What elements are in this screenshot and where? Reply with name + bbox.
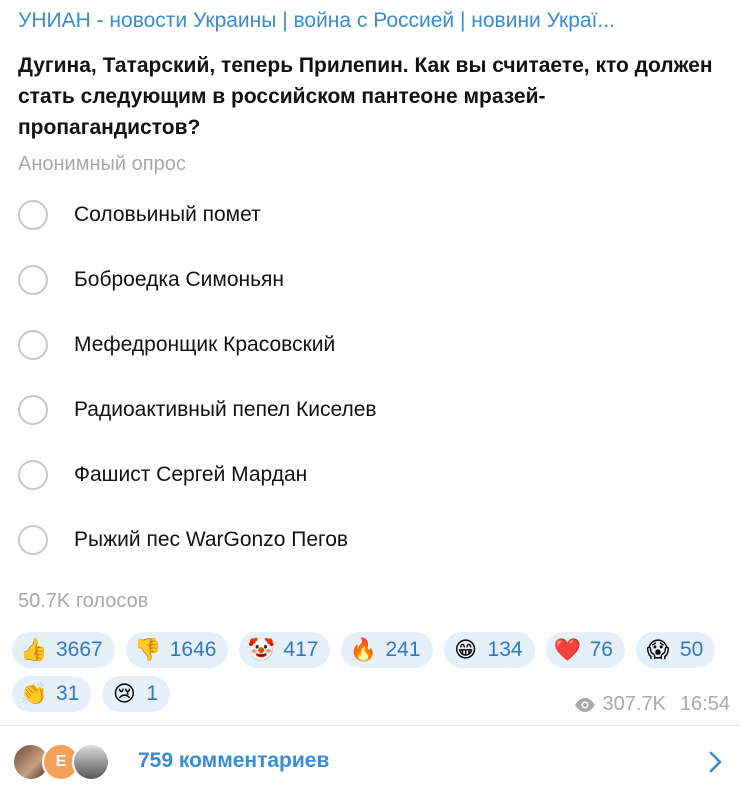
avatar bbox=[72, 743, 110, 781]
divider bbox=[0, 725, 740, 726]
chevron-right-icon bbox=[709, 751, 722, 773]
scream-icon: 😱 bbox=[646, 637, 670, 662]
radio-button[interactable] bbox=[18, 329, 48, 360]
votes-count: 50.7K голосов bbox=[18, 590, 149, 612]
radio-button[interactable] bbox=[18, 459, 48, 490]
reaction-count: 417 bbox=[283, 638, 319, 661]
reaction-count: 31 bbox=[56, 682, 80, 705]
reaction-scream[interactable]: 😱 50 bbox=[635, 632, 716, 668]
poll-option[interactable]: Радиоактивный пепел Киселев bbox=[18, 377, 718, 442]
commenter-avatars: E bbox=[12, 739, 132, 783]
poll-option-label: Радиоактивный пепел Киселев bbox=[74, 397, 377, 421]
message-meta: 307.7K 16:54 bbox=[573, 693, 730, 716]
radio-button[interactable] bbox=[18, 264, 48, 295]
reaction-count: 134 bbox=[487, 638, 523, 661]
poll-option-label: Рыжий пес WarGonzo Пегов bbox=[74, 527, 349, 551]
clap-icon: 👏 bbox=[20, 681, 48, 706]
clown-icon: 🤡 bbox=[247, 637, 276, 662]
poll-option-label: Мефедронщик Красовский bbox=[74, 332, 336, 356]
cry-icon: 😢 bbox=[112, 681, 136, 706]
reaction-row: 👍 3667 👎 1646 🤡 417 🔥 241 😁 134 ❤️ 76 😱 … bbox=[12, 632, 732, 668]
radio-button[interactable] bbox=[18, 199, 48, 230]
heart-icon: ❤️ bbox=[553, 637, 582, 662]
poll-option[interactable]: Фашист Сергей Мардан bbox=[18, 442, 718, 507]
reaction-thumbs-down[interactable]: 👎 1646 bbox=[125, 632, 229, 668]
poll-option[interactable]: Боброедка Симоньян bbox=[18, 247, 718, 312]
poll-type-label: Анонимный опрос bbox=[18, 153, 186, 175]
reaction-count: 241 bbox=[385, 638, 421, 661]
reaction-heart[interactable]: ❤️ 76 bbox=[545, 632, 625, 668]
poll-question: Дугина, Татарский, теперь Прилепин. Как … bbox=[18, 54, 713, 139]
reaction-count: 76 bbox=[589, 638, 613, 661]
message-time: 16:54 bbox=[679, 693, 730, 715]
comments-label: 759 комментариев bbox=[138, 749, 330, 772]
reaction-cry[interactable]: 😢 1 bbox=[102, 676, 171, 712]
views-count: 307.7K bbox=[602, 693, 666, 715]
reaction-count: 50 bbox=[679, 638, 704, 661]
fire-icon: 🔥 bbox=[349, 637, 378, 662]
radio-button[interactable] bbox=[18, 524, 48, 555]
poll-options: Соловьиный помет Боброедка Симоньян Мефе… bbox=[18, 182, 718, 572]
poll-option[interactable]: Рыжий пес WarGonzo Пегов bbox=[18, 507, 718, 572]
poll-option-label: Фашист Сергей Мардан bbox=[74, 462, 308, 486]
thumbs-up-icon: 👍 bbox=[20, 637, 48, 662]
poll-option-label: Боброедка Симоньян bbox=[74, 267, 284, 291]
thumbs-down-icon: 👎 bbox=[134, 637, 162, 662]
eye-icon bbox=[574, 697, 595, 712]
grin-icon: 😁 bbox=[454, 637, 477, 662]
reaction-count: 1 bbox=[146, 682, 159, 705]
comments-button[interactable]: E 759 комментариев bbox=[0, 736, 740, 786]
poll-option[interactable]: Соловьиный помет bbox=[18, 182, 718, 247]
channel-title[interactable]: УНИАН - новости Украины | война с Россие… bbox=[18, 6, 728, 36]
reaction-clap[interactable]: 👏 31 bbox=[12, 676, 92, 712]
reaction-count: 3667 bbox=[56, 638, 103, 661]
poll-option-label: Соловьиный помет bbox=[74, 202, 261, 226]
reaction-count: 1646 bbox=[169, 638, 217, 661]
reaction-thumbs-up[interactable]: 👍 3667 bbox=[12, 632, 115, 668]
reaction-clown[interactable]: 🤡 417 bbox=[239, 632, 331, 668]
radio-button[interactable] bbox=[18, 394, 48, 425]
poll-option[interactable]: Мефедронщик Красовский bbox=[18, 312, 718, 377]
reaction-fire[interactable]: 🔥 241 bbox=[341, 632, 433, 668]
reaction-grin[interactable]: 😁 134 bbox=[443, 632, 535, 668]
